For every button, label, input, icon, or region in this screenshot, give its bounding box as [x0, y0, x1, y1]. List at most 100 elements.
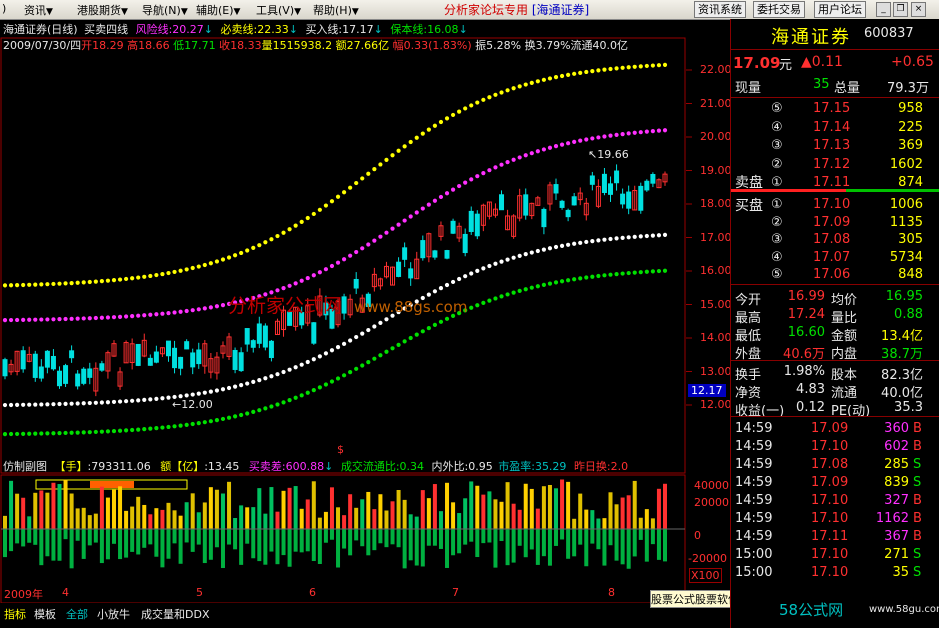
sub-bar-up [269, 487, 274, 529]
menu-news[interactable]: 资讯▼ [24, 2, 53, 18]
minimize-icon[interactable]: _ [876, 2, 891, 17]
tick-row[interactable]: 14:59 17.09 839 S [731, 475, 939, 493]
stat-row[interactable]: 最高 17.24 量比 0.88 [731, 307, 939, 326]
candle-body [20, 350, 26, 370]
risk-line-dot [450, 187, 456, 192]
must-sell-line-dot [475, 100, 480, 105]
guarantee-line-dot [142, 427, 147, 432]
risk-line-dot [529, 151, 534, 156]
buy-line-dot [63, 401, 68, 406]
bottom-tabs: 指标 模板 全部 小放牛 成交量和DDX [0, 603, 650, 628]
menu-dropdown-arrow[interactable]: ) [2, 2, 6, 15]
menu-assist[interactable]: 辅助(E)▼ [196, 2, 240, 18]
dollar-marker: $ [337, 443, 344, 456]
guarantee-line-dot [208, 419, 213, 424]
candle-body [147, 357, 153, 366]
sub-bar-down [287, 529, 292, 567]
bid-level[interactable]: ① 17.10 1006 [731, 197, 939, 215]
stat-row[interactable]: 换手 1.98% 股本 82.3亿 [731, 364, 939, 383]
ask-level[interactable]: ③ 17.13 369 [731, 138, 939, 156]
candle-body [420, 240, 426, 259]
candle-body [190, 352, 196, 368]
risk-line-dot [27, 317, 32, 322]
bid-level[interactable]: ③ 17.08 305 [731, 232, 939, 250]
buy-line-dot [578, 240, 583, 245]
menu-hk-futures[interactable]: 港股期货▼ [77, 2, 128, 18]
tab-template[interactable]: 模板 [34, 606, 56, 622]
restore-icon[interactable]: ❐ [893, 2, 908, 17]
must-sell-line-dot [463, 106, 468, 111]
tick-time: 15:00 [735, 547, 773, 562]
sub-bar-down [596, 529, 601, 550]
must-sell-line-dot [450, 112, 456, 118]
tick-row[interactable]: 14:59 17.08 285 S [731, 457, 939, 475]
close-icon[interactable]: × [911, 2, 926, 17]
bid-level[interactable]: ② 17.09 1135 [731, 215, 939, 233]
sub-bar-down [360, 529, 365, 547]
sub-bar-up [511, 503, 516, 529]
must-sell-line-dot [578, 70, 583, 75]
stat-row[interactable]: 今开 16.99 均价 16.95 [731, 289, 939, 308]
risk-line-dot [523, 153, 528, 158]
must-sell-line-dot [226, 255, 232, 260]
risk-line-dot [311, 273, 316, 278]
buy-line-dot [226, 385, 232, 391]
risk-line-dot [21, 317, 26, 322]
tick-row[interactable]: 14:59 17.11 367 B [731, 529, 939, 547]
kline-chart-area[interactable]: 海通证券(日线) 买卖四线 风险线:20.27↓ 必卖线:22.33↓ 买入线:… [0, 19, 732, 603]
sub-bar-down [148, 529, 153, 545]
stat-row[interactable]: 外盘 40.6万 内盘 38.7万 [731, 343, 939, 362]
tick-volume: 602 [884, 439, 909, 454]
risk-line-dot [493, 165, 498, 170]
sub-bar-down [499, 529, 504, 542]
trade-button[interactable]: 委托交易 [753, 1, 805, 18]
risk-line-dot [614, 132, 619, 137]
sub-bar-up [27, 516, 32, 529]
tab-indicator[interactable]: 指标 [4, 606, 26, 622]
news-system-button[interactable]: 资讯系统 [694, 1, 746, 18]
tick-row[interactable]: 14:59 17.10 1162 B [731, 511, 939, 529]
menu-tools[interactable]: 工具(V)▼ [256, 2, 301, 18]
buy-line-dot [517, 253, 522, 258]
menu-navigate[interactable]: 导航(N)▼ [142, 2, 188, 18]
risk-line-dot [63, 316, 68, 322]
risk-line-dot [154, 312, 159, 317]
tick-row[interactable]: 14:59 17.10 327 B [731, 493, 939, 511]
guarantee-line-dot [402, 339, 407, 344]
tab-all[interactable]: 全部 [66, 606, 88, 622]
guarantee-line-dot [75, 430, 80, 435]
tab-vol-ddx[interactable]: 成交量和DDX [141, 606, 209, 622]
sub-bar-up [432, 484, 437, 529]
forum-button[interactable]: 用户论坛 [814, 1, 866, 18]
sub-bar-down [348, 529, 353, 556]
risk-line-dot [420, 206, 425, 211]
tick-price: 17.09 [811, 421, 849, 436]
stat-row[interactable]: 最低 16.60 金额 13.4亿 [731, 325, 939, 344]
ask-volume: 369 [898, 138, 923, 153]
stat-row[interactable]: 净资 4.83 流通 40.0亿 [731, 382, 939, 401]
risk-line-dot [662, 128, 668, 133]
ask-level[interactable]: ⑤ 17.15 958 [731, 101, 939, 119]
must-sell-line-dot [33, 282, 38, 287]
tick-row[interactable]: 14:59 17.09 360 B [731, 421, 939, 439]
buy-line-dot [602, 237, 607, 242]
tick-row[interactable]: 15:00 17.10 271 S [731, 547, 939, 565]
bid-level[interactable]: ④ 17.07 5734 [731, 250, 939, 268]
sub-bar-up [124, 510, 129, 529]
tick-row[interactable]: 15:00 17.10 35 S [731, 565, 939, 583]
risk-line-dot [644, 129, 649, 134]
buy-line-dot [166, 395, 171, 400]
menu-help[interactable]: 帮助(H)▼ [313, 2, 359, 18]
bid-level[interactable]: ⑤ 17.06 848 [731, 267, 939, 285]
must-sell-line-dot [584, 69, 589, 75]
tick-side: S [913, 475, 922, 490]
ask-price: 17.14 [813, 119, 851, 135]
guarantee-line-dot [517, 288, 522, 293]
ask-level[interactable]: ④ 17.14 225 [731, 120, 939, 138]
sub-bar-down [451, 529, 456, 556]
sub-bar-down [233, 529, 238, 550]
tick-row[interactable]: 14:59 17.10 602 B [731, 439, 939, 457]
stat-value: 40.0亿 [881, 386, 923, 401]
risk-line-dot [93, 315, 98, 321]
tab-xiaofangniu[interactable]: 小放牛 [97, 606, 130, 622]
